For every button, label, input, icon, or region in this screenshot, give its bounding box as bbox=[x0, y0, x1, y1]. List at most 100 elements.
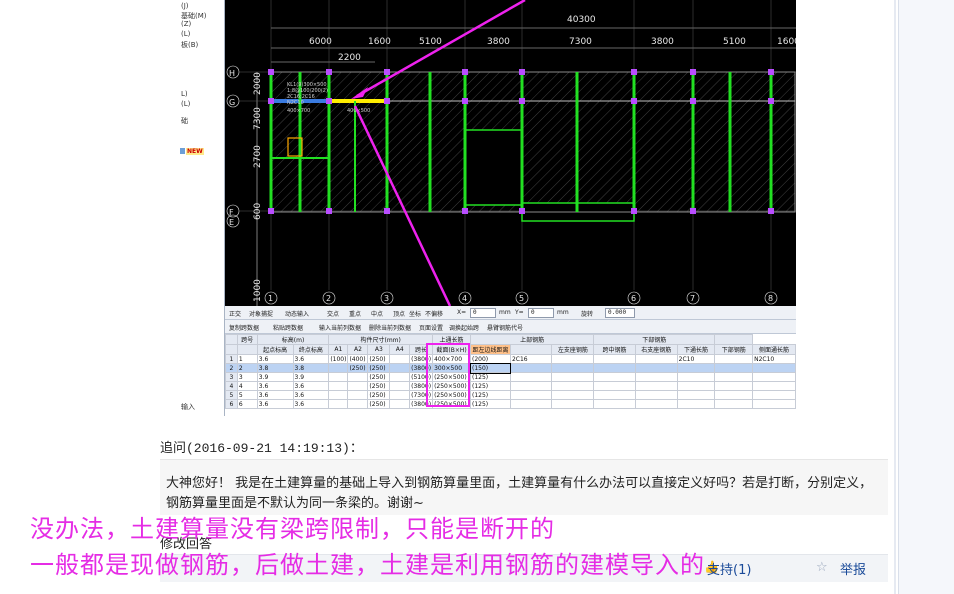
rotate-checkbox[interactable]: 旋转 bbox=[581, 309, 593, 318]
table-cell[interactable]: 3.6 bbox=[256, 381, 294, 391]
table-cell[interactable] bbox=[551, 399, 595, 409]
support-button[interactable]: 支持(1) bbox=[707, 559, 751, 578]
table-cell[interactable]: (250) bbox=[367, 399, 391, 409]
table-cell[interactable]: 2C16 bbox=[509, 354, 553, 364]
table-cell[interactable]: 3.6 bbox=[256, 390, 294, 400]
table-cell[interactable] bbox=[634, 363, 678, 373]
table-cell[interactable] bbox=[551, 372, 595, 382]
cad-drawing-canvas[interactable]: 40300 6000 1600 5100 3800 7300 3800 5100… bbox=[225, 0, 796, 306]
table-cell[interactable]: (125) bbox=[470, 399, 511, 409]
table-cell[interactable] bbox=[328, 390, 349, 400]
table-cell[interactable]: 3.6 bbox=[256, 399, 294, 409]
tree-item[interactable]: (Z) bbox=[181, 20, 191, 28]
table-cell[interactable] bbox=[634, 381, 678, 391]
table-cell[interactable] bbox=[714, 354, 754, 364]
table-cell[interactable] bbox=[389, 381, 411, 391]
table-cell[interactable] bbox=[593, 354, 636, 364]
table-cell[interactable]: 3.6 bbox=[292, 354, 330, 364]
object-snap-toggle[interactable]: 对象捕捉 bbox=[249, 309, 273, 318]
table-cell[interactable] bbox=[714, 372, 754, 382]
table-row[interactable]: 6 6 3.6 3.6 (250) (3800) (250×500) (125) bbox=[225, 399, 796, 409]
table-cell[interactable] bbox=[634, 372, 678, 382]
table-cell[interactable] bbox=[347, 390, 369, 400]
table-cell[interactable]: 3.8 bbox=[292, 363, 330, 373]
table-cell[interactable] bbox=[347, 399, 369, 409]
ortho-toggle[interactable]: 正交 bbox=[229, 309, 241, 318]
table-cell[interactable]: 3.6 bbox=[292, 390, 330, 400]
tree-item[interactable]: L) bbox=[181, 90, 188, 98]
table-cell[interactable] bbox=[714, 363, 754, 373]
tree-item[interactable]: (L) bbox=[181, 100, 190, 108]
y-input[interactable]: 0 bbox=[528, 308, 554, 318]
table-cell[interactable] bbox=[328, 381, 349, 391]
table-cell[interactable] bbox=[714, 390, 754, 400]
table-cell[interactable] bbox=[389, 399, 411, 409]
table-cell[interactable]: (250) bbox=[367, 390, 391, 400]
table-cell[interactable]: (125) bbox=[470, 372, 511, 382]
table-cell[interactable]: (250) bbox=[367, 381, 391, 391]
cantilever-code-button[interactable]: 悬臂钢筋代号 bbox=[487, 323, 523, 332]
table-cell[interactable]: N2C10 bbox=[752, 354, 796, 364]
table-cell[interactable] bbox=[634, 354, 678, 364]
paste-span-button[interactable]: 粘贴跨数据 bbox=[273, 323, 303, 332]
table-cell[interactable] bbox=[593, 381, 636, 391]
table-cell[interactable] bbox=[676, 399, 716, 409]
table-cell[interactable]: 2 bbox=[236, 363, 258, 373]
table-row[interactable]: 1 1 3.6 3.6 (100) (400) (250) (3800) 400×700 (200… bbox=[225, 354, 796, 364]
table-cell[interactable]: (200) bbox=[470, 354, 511, 364]
rotate-input[interactable]: 0.000 bbox=[605, 308, 635, 318]
table-cell[interactable]: 3.6 bbox=[256, 354, 294, 364]
table-cell[interactable]: 4 bbox=[236, 381, 258, 391]
table-cell[interactable]: 3.9 bbox=[292, 372, 330, 382]
table-cell[interactable] bbox=[676, 390, 716, 400]
midpoint-snap[interactable]: 重点 bbox=[349, 309, 361, 318]
table-cell[interactable]: (250) bbox=[347, 363, 369, 373]
table-cell[interactable] bbox=[634, 399, 678, 409]
table-cell[interactable] bbox=[752, 381, 796, 391]
table-cell[interactable] bbox=[389, 372, 411, 382]
table-cell[interactable] bbox=[509, 381, 553, 391]
table-cell[interactable] bbox=[593, 399, 636, 409]
table-row[interactable]: 4 4 3.6 3.6 (250) (3800) (250×500) (125) bbox=[225, 381, 796, 391]
swap-start-button[interactable]: 调换起始跨 bbox=[449, 323, 479, 332]
table-cell[interactable] bbox=[328, 399, 349, 409]
tree-item[interactable]: 输入 bbox=[181, 402, 195, 412]
table-cell[interactable] bbox=[752, 390, 796, 400]
table-row[interactable]: 5 5 3.6 3.6 (250) (7300) (250×500) (125) bbox=[225, 390, 796, 400]
table-cell[interactable] bbox=[551, 390, 595, 400]
delete-column-button[interactable]: 删除当前列数据 bbox=[369, 323, 411, 332]
center-snap[interactable]: 中点 bbox=[371, 309, 383, 318]
table-cell[interactable] bbox=[676, 381, 716, 391]
input-column-button[interactable]: 输入当前列数据 bbox=[319, 323, 361, 332]
table-cell[interactable]: 3.6 bbox=[292, 381, 330, 391]
table-cell[interactable] bbox=[752, 372, 796, 382]
table-cell[interactable] bbox=[347, 372, 369, 382]
tree-item[interactable]: 础 bbox=[181, 116, 188, 126]
table-cell[interactable] bbox=[752, 363, 796, 373]
table-cell[interactable]: (250) bbox=[367, 354, 391, 364]
table-row[interactable]: 3 3 3.9 3.9 (250) (5100) (250×500) (125) bbox=[225, 372, 796, 382]
tree-item[interactable]: (L) bbox=[181, 30, 190, 38]
table-cell[interactable] bbox=[714, 381, 754, 391]
table-cell[interactable]: (150) bbox=[469, 362, 512, 374]
right-scroll-area[interactable] bbox=[898, 0, 954, 594]
table-cell[interactable] bbox=[551, 363, 595, 373]
table-cell[interactable]: (250) bbox=[367, 372, 391, 382]
table-cell[interactable]: 3.6 bbox=[292, 399, 330, 409]
table-cell[interactable]: 2C10 bbox=[676, 354, 716, 364]
table-cell[interactable] bbox=[347, 381, 369, 391]
page-setup-button[interactable]: 页面设置 bbox=[419, 323, 443, 332]
table-cell[interactable] bbox=[752, 399, 796, 409]
table-cell[interactable] bbox=[328, 372, 349, 382]
table-cell[interactable] bbox=[593, 372, 636, 382]
table-cell[interactable]: 6 bbox=[236, 399, 258, 409]
table-cell[interactable] bbox=[676, 372, 716, 382]
table-cell[interactable] bbox=[389, 363, 411, 373]
table-cell[interactable]: (400) bbox=[347, 354, 369, 364]
table-cell[interactable] bbox=[389, 390, 411, 400]
table-cell[interactable] bbox=[714, 399, 754, 409]
table-cell[interactable]: 1 bbox=[236, 354, 258, 364]
table-cell[interactable] bbox=[676, 363, 716, 373]
table-cell[interactable] bbox=[593, 390, 636, 400]
table-cell[interactable]: (100) bbox=[328, 354, 349, 364]
